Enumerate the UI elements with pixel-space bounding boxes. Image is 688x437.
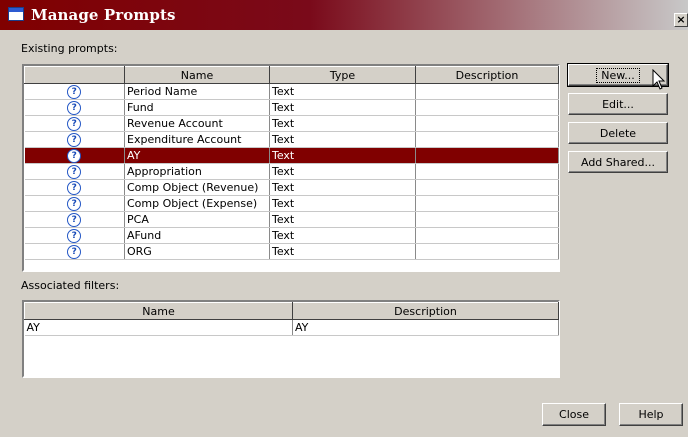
new-button-label: New... (596, 67, 640, 83)
prompt-question-icon: ? (67, 116, 82, 131)
filter-column-header-description[interactable]: Description (292, 302, 559, 320)
filter-name-cell: AY (24, 319, 293, 336)
prompt-icon-cell: ? (24, 99, 125, 116)
window-icon (8, 7, 24, 21)
prompt-row[interactable]: ? AY Text (24, 147, 559, 164)
title-bar: Manage Prompts × (0, 0, 688, 30)
prompt-type-cell: Text (269, 179, 416, 196)
associated-filters-label: Associated filters: (21, 279, 120, 292)
prompt-question-icon: ? (67, 164, 82, 179)
prompt-row[interactable]: ? PCA Text (24, 211, 559, 228)
add-shared-button[interactable]: Add Shared... (568, 151, 668, 173)
prompt-name-cell: Expenditure Account (124, 131, 270, 148)
prompt-question-icon: ? (67, 132, 82, 147)
prompt-name-cell: PCA (124, 211, 270, 228)
prompt-rows: ? Period Name Text? Fund Text? Revenue Accoun… (24, 83, 559, 260)
prompt-icon-cell: ? (24, 195, 125, 212)
filter-row[interactable]: AY AY (24, 319, 559, 336)
prompt-icon-cell: ? (24, 211, 125, 228)
prompt-type-cell: Text (269, 99, 416, 116)
prompt-icon-cell: ? (24, 179, 125, 196)
close-button[interactable]: Close (542, 403, 606, 426)
column-header-name[interactable]: Name (124, 66, 270, 84)
window-title: Manage Prompts (31, 6, 176, 24)
prompt-row[interactable]: ? AFund Text (24, 227, 559, 244)
header-row: Name Type Description (24, 66, 559, 84)
prompt-question-icon: ? (67, 244, 82, 259)
prompt-row[interactable]: ? ORG Text (24, 243, 559, 260)
mouse-pointer-icon (652, 69, 666, 90)
prompt-type-cell: Text (269, 147, 416, 164)
filter-rows: AY AY (24, 319, 559, 336)
prompt-name-cell: ORG (124, 243, 270, 260)
prompt-type-cell: Text (269, 211, 416, 228)
delete-button[interactable]: Delete (568, 122, 668, 144)
prompt-name-cell: Revenue Account (124, 115, 270, 132)
prompt-question-icon: ? (67, 212, 82, 227)
prompt-question-icon: ? (67, 148, 82, 163)
prompt-type-cell: Text (269, 163, 416, 180)
prompt-description-cell (415, 227, 559, 244)
filter-column-header-name[interactable]: Name (24, 302, 293, 320)
prompt-question-icon: ? (67, 100, 82, 115)
prompt-row[interactable]: ? Comp Object (Expense) Text (24, 195, 559, 212)
prompt-name-cell: Fund (124, 99, 270, 116)
prompt-description-cell (415, 147, 559, 164)
prompt-type-cell: Text (269, 131, 416, 148)
existing-prompts-label: Existing prompts: (21, 42, 118, 55)
prompt-description-cell (415, 115, 559, 132)
prompt-name-cell: AY (124, 147, 270, 164)
prompt-row[interactable]: ? Appropriation Text (24, 163, 559, 180)
column-header-icon[interactable] (24, 66, 125, 84)
prompt-name-cell: AFund (124, 227, 270, 244)
prompt-row[interactable]: ? Expenditure Account Text (24, 131, 559, 148)
prompt-type-cell: Text (269, 195, 416, 212)
existing-prompts-grid[interactable]: Name Type Description ? Period Name Text? F… (22, 64, 560, 272)
prompt-icon-cell: ? (24, 147, 125, 164)
prompt-question-icon: ? (67, 196, 82, 211)
prompt-name-cell: Appropriation (124, 163, 270, 180)
prompt-description-cell (415, 243, 559, 260)
prompt-row[interactable]: ? Comp Object (Revenue) Text (24, 179, 559, 196)
prompt-name-cell: Comp Object (Expense) (124, 195, 270, 212)
edit-button[interactable]: Edit... (568, 93, 668, 115)
help-button[interactable]: Help (619, 403, 683, 426)
prompt-icon-cell: ? (24, 163, 125, 180)
prompt-question-icon: ? (67, 84, 82, 99)
prompt-icon-cell: ? (24, 131, 125, 148)
prompt-description-cell (415, 211, 559, 228)
prompt-description-cell (415, 131, 559, 148)
prompt-icon-cell: ? (24, 227, 125, 244)
prompt-name-cell: Period Name (124, 83, 270, 100)
associated-filters-table: Name Description AY AY (24, 302, 559, 336)
prompt-row[interactable]: ? Period Name Text (24, 83, 559, 100)
prompt-icon-cell: ? (24, 83, 125, 100)
column-header-description[interactable]: Description (415, 66, 559, 84)
prompt-description-cell (415, 179, 559, 196)
prompt-type-cell: Text (269, 227, 416, 244)
prompt-type-cell: Text (269, 115, 416, 132)
associated-filters-grid[interactable]: Name Description AY AY (22, 300, 560, 378)
prompt-name-cell: Comp Object (Revenue) (124, 179, 270, 196)
prompt-description-cell (415, 83, 559, 100)
prompt-type-cell: Text (269, 83, 416, 100)
prompt-question-icon: ? (67, 180, 82, 195)
filter-header-row: Name Description (24, 302, 559, 320)
prompt-description-cell (415, 195, 559, 212)
prompt-row[interactable]: ? Revenue Account Text (24, 115, 559, 132)
prompt-description-cell (415, 99, 559, 116)
prompt-description-cell (415, 163, 559, 180)
prompt-question-icon: ? (67, 228, 82, 243)
prompt-type-cell: Text (269, 243, 416, 260)
prompt-row[interactable]: ? Fund Text (24, 99, 559, 116)
column-header-type[interactable]: Type (269, 66, 416, 84)
prompt-icon-cell: ? (24, 115, 125, 132)
filter-description-cell: AY (292, 319, 559, 336)
existing-prompts-table: Name Type Description ? Period Name Text? F… (24, 66, 559, 260)
close-window-button[interactable]: × (674, 13, 688, 27)
prompt-icon-cell: ? (24, 243, 125, 260)
